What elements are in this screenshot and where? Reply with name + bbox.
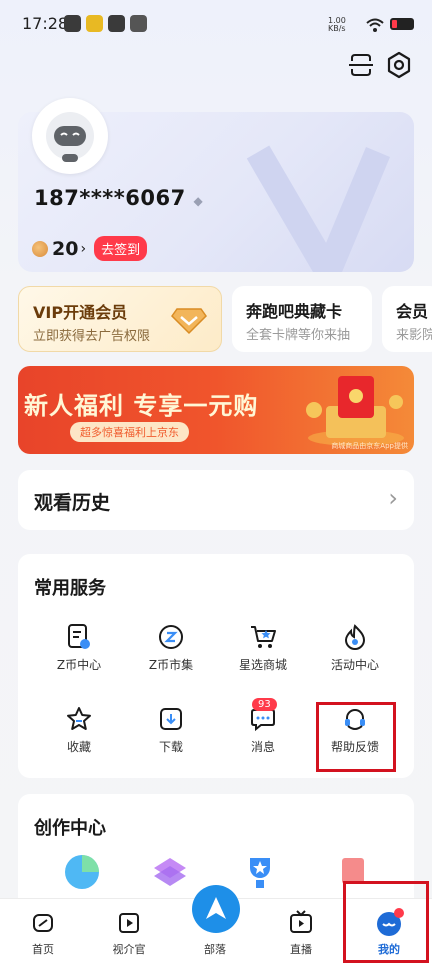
tab-video-officer[interactable]: 视介官: [86, 899, 172, 965]
robot-avatar-icon: [46, 112, 94, 162]
card-collection-title: 奔跑吧典藏卡: [246, 302, 343, 321]
service-download[interactable]: 下载: [123, 706, 219, 776]
wifi-icon: [366, 18, 384, 32]
watch-history-title: 观看历史: [34, 492, 111, 514]
tab-label: 部落: [204, 943, 226, 956]
tab-label: 直播: [290, 943, 312, 956]
create-tool-icon[interactable]: [150, 852, 190, 892]
points-value: 20: [52, 237, 79, 260]
services-title: 常用服务: [34, 578, 106, 599]
vip-diamond-icon: [171, 308, 207, 335]
service-label: 星选商城: [238, 658, 287, 672]
tab-live[interactable]: 直播: [258, 899, 344, 965]
jd-promo-banner[interactable]: 新人福利 专享一元购 超多惊喜福利上京东 商城商品由京东App提供: [18, 366, 414, 454]
net-speed: 1.00 KB/s: [328, 16, 346, 33]
card-collection-card[interactable]: 奔跑吧典藏卡 全套卡牌等你来抽: [232, 286, 372, 352]
service-label: Z币市集: [148, 658, 194, 672]
card-collection-subtitle: 全套卡牌等你来抽: [246, 328, 351, 343]
create-tool-icon[interactable]: [62, 852, 102, 892]
banner-subtitle: 超多惊喜福利上京东: [70, 422, 189, 442]
service-label: 消息: [250, 740, 275, 754]
user-phone: 187****6067 ◆: [34, 186, 204, 210]
profile-card[interactable]: 187****6067 ◆ 20 › 去签到: [18, 98, 414, 272]
member-subtitle: 来影院: [396, 328, 432, 343]
settings-icon[interactable]: [384, 50, 414, 80]
service-star-mall[interactable]: 星选商城: [215, 624, 311, 694]
tab-label: 首页: [32, 943, 54, 956]
cart-icon: [251, 626, 276, 648]
service-label: Z币中心: [56, 658, 102, 672]
tab-label: 视介官: [112, 943, 146, 956]
service-messages[interactable]: 消息: [215, 706, 311, 776]
service-zcoin-center[interactable]: Z币中心: [31, 624, 127, 694]
highlight-box-me-tab: [343, 881, 429, 963]
status-bar: 17:28 1.00 KB/s: [0, 0, 432, 50]
app-notification-icon: [130, 15, 147, 32]
scan-icon[interactable]: [346, 50, 376, 80]
service-activity-center[interactable]: 活动中心: [307, 624, 403, 694]
tribe-icon: [192, 885, 240, 933]
service-label: 收藏: [66, 740, 91, 754]
video-icon: [119, 913, 139, 933]
tab-home[interactable]: 首页: [0, 899, 86, 965]
app-notification-icon: [64, 15, 81, 32]
chevron-right-icon: ›: [388, 484, 398, 512]
gift-box-icon: [306, 376, 404, 446]
battery-icon: [390, 18, 414, 30]
create-tool-icon[interactable]: [240, 852, 280, 892]
points-row[interactable]: 20 › 去签到: [32, 236, 148, 262]
vip-card[interactable]: VIP开通会员 立即获得去广告权限: [18, 286, 222, 352]
app-notification-icon: [108, 15, 125, 32]
service-zcoin-market[interactable]: Z币市集: [123, 624, 219, 694]
banner-note: 商城商品由京东App提供: [331, 442, 408, 450]
diamond-icon: ◆: [193, 194, 204, 208]
tv-icon: [290, 910, 312, 933]
vip-subtitle: 立即获得去广告权限: [33, 329, 151, 344]
card-watermark: [246, 145, 390, 272]
zcoin-center-icon: [68, 624, 90, 649]
service-label: 下载: [158, 740, 183, 754]
zcoin-market-icon: [159, 625, 183, 649]
banner-title: 新人福利 专享一元购: [24, 392, 259, 420]
app-notification-icon: [86, 15, 103, 32]
avatar[interactable]: [32, 98, 108, 174]
create-center-title: 创作中心: [34, 818, 106, 839]
member-title: 会员: [396, 302, 429, 321]
coin-icon: [32, 240, 48, 257]
service-label: 活动中心: [330, 658, 379, 672]
service-favorites[interactable]: 收藏: [31, 706, 127, 776]
vip-title: VIP开通会员: [33, 303, 128, 322]
home-icon: [33, 914, 53, 932]
watch-history-row[interactable]: 观看历史 ›: [18, 470, 414, 530]
chevron-right-icon: ›: [80, 240, 87, 257]
signin-button[interactable]: 去签到: [94, 236, 148, 261]
star-icon: [67, 707, 91, 730]
status-time: 17:28: [22, 14, 69, 33]
message-count-badge: 93: [252, 698, 277, 711]
flame-icon: [344, 624, 366, 650]
download-icon: [160, 708, 182, 730]
member-card[interactable]: 会员 来影院: [382, 286, 432, 352]
tab-tribe[interactable]: 部落: [172, 885, 258, 965]
highlight-box-help-feedback: [316, 702, 396, 772]
